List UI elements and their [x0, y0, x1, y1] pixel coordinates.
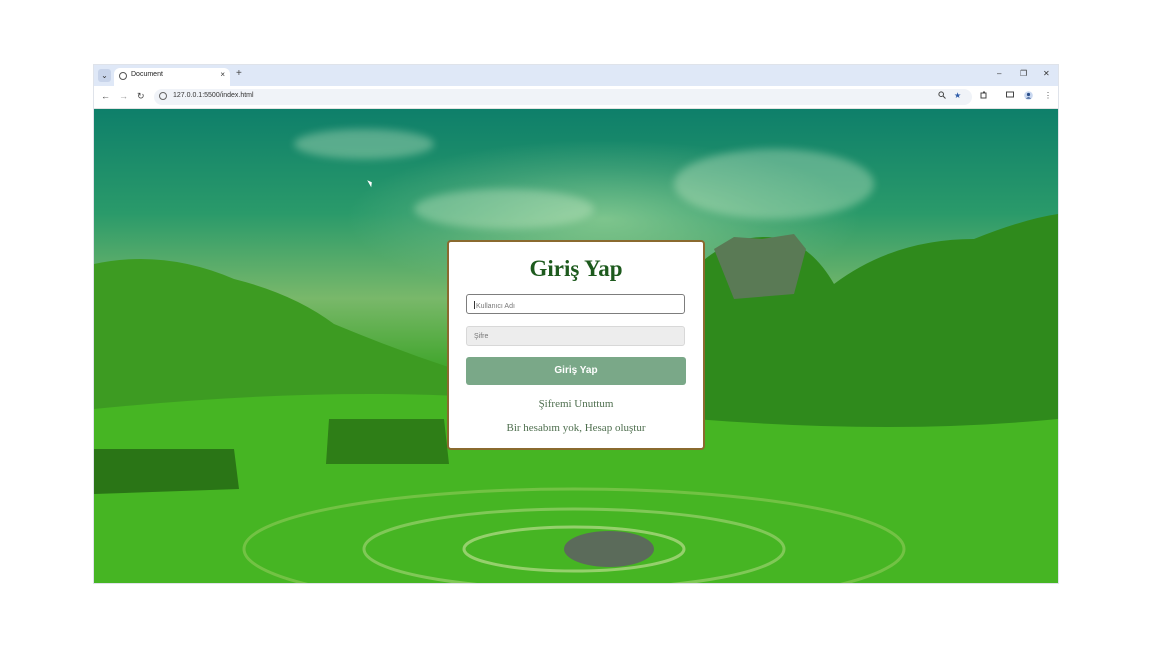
password-placeholder: Şifre: [474, 333, 489, 340]
profile-icon[interactable]: [1024, 91, 1033, 102]
forward-button[interactable]: →: [119, 91, 128, 101]
menu-icon[interactable]: ⋮: [1044, 91, 1052, 100]
minimize-button[interactable]: –: [997, 69, 1001, 78]
username-input[interactable]: Kullanıcı Adı: [466, 294, 685, 314]
login-card: Giriş Yap Kullanıcı Adı Şifre Giriş Yap …: [447, 240, 705, 450]
tab-title: Document: [131, 71, 163, 78]
browser-toolbar: ← → ↻ 127.0.0.1:5500/index.html ★ ⋮: [94, 86, 1058, 109]
text-caret: [474, 301, 475, 309]
page-viewport: Giriş Yap Kullanıcı Adı Şifre Giriş Yap …: [94, 109, 1058, 583]
username-placeholder: Kullanıcı Adı: [476, 303, 515, 310]
cast-icon[interactable]: [1006, 91, 1015, 101]
puzzle-icon[interactable]: [980, 91, 988, 101]
restore-button[interactable]: ❐: [1020, 69, 1027, 78]
new-tab-button[interactable]: +: [236, 68, 242, 79]
zoom-icon[interactable]: [938, 91, 946, 101]
address-bar[interactable]: 127.0.0.1:5500/index.html ★: [154, 89, 972, 105]
tab-search-button[interactable]: ⌄: [98, 69, 111, 82]
globe-icon: [119, 72, 127, 80]
tab-close-icon[interactable]: ×: [220, 70, 225, 79]
close-window-button[interactable]: ✕: [1043, 69, 1050, 78]
url-text[interactable]: 127.0.0.1:5500/index.html: [173, 92, 254, 99]
password-input[interactable]: Şifre: [466, 326, 685, 346]
tab-strip: ⌄ Document × + – ❐ ✕: [94, 65, 1058, 86]
login-button[interactable]: Giriş Yap: [466, 357, 686, 385]
login-title: Giriş Yap: [529, 256, 623, 281]
register-link[interactable]: Bir hesabım yok, Hesap oluştur: [449, 422, 703, 434]
browser-window: ⌄ Document × + – ❐ ✕ ← → ↻ 127.0.0.1:550…: [94, 65, 1058, 583]
tab-document[interactable]: Document ×: [114, 68, 230, 86]
reload-button[interactable]: ↻: [137, 91, 145, 102]
site-info-icon[interactable]: [159, 92, 167, 100]
forgot-password-link[interactable]: Şifremi Unuttum: [449, 398, 703, 410]
star-icon[interactable]: ★: [954, 91, 961, 100]
back-button[interactable]: ←: [101, 91, 110, 101]
